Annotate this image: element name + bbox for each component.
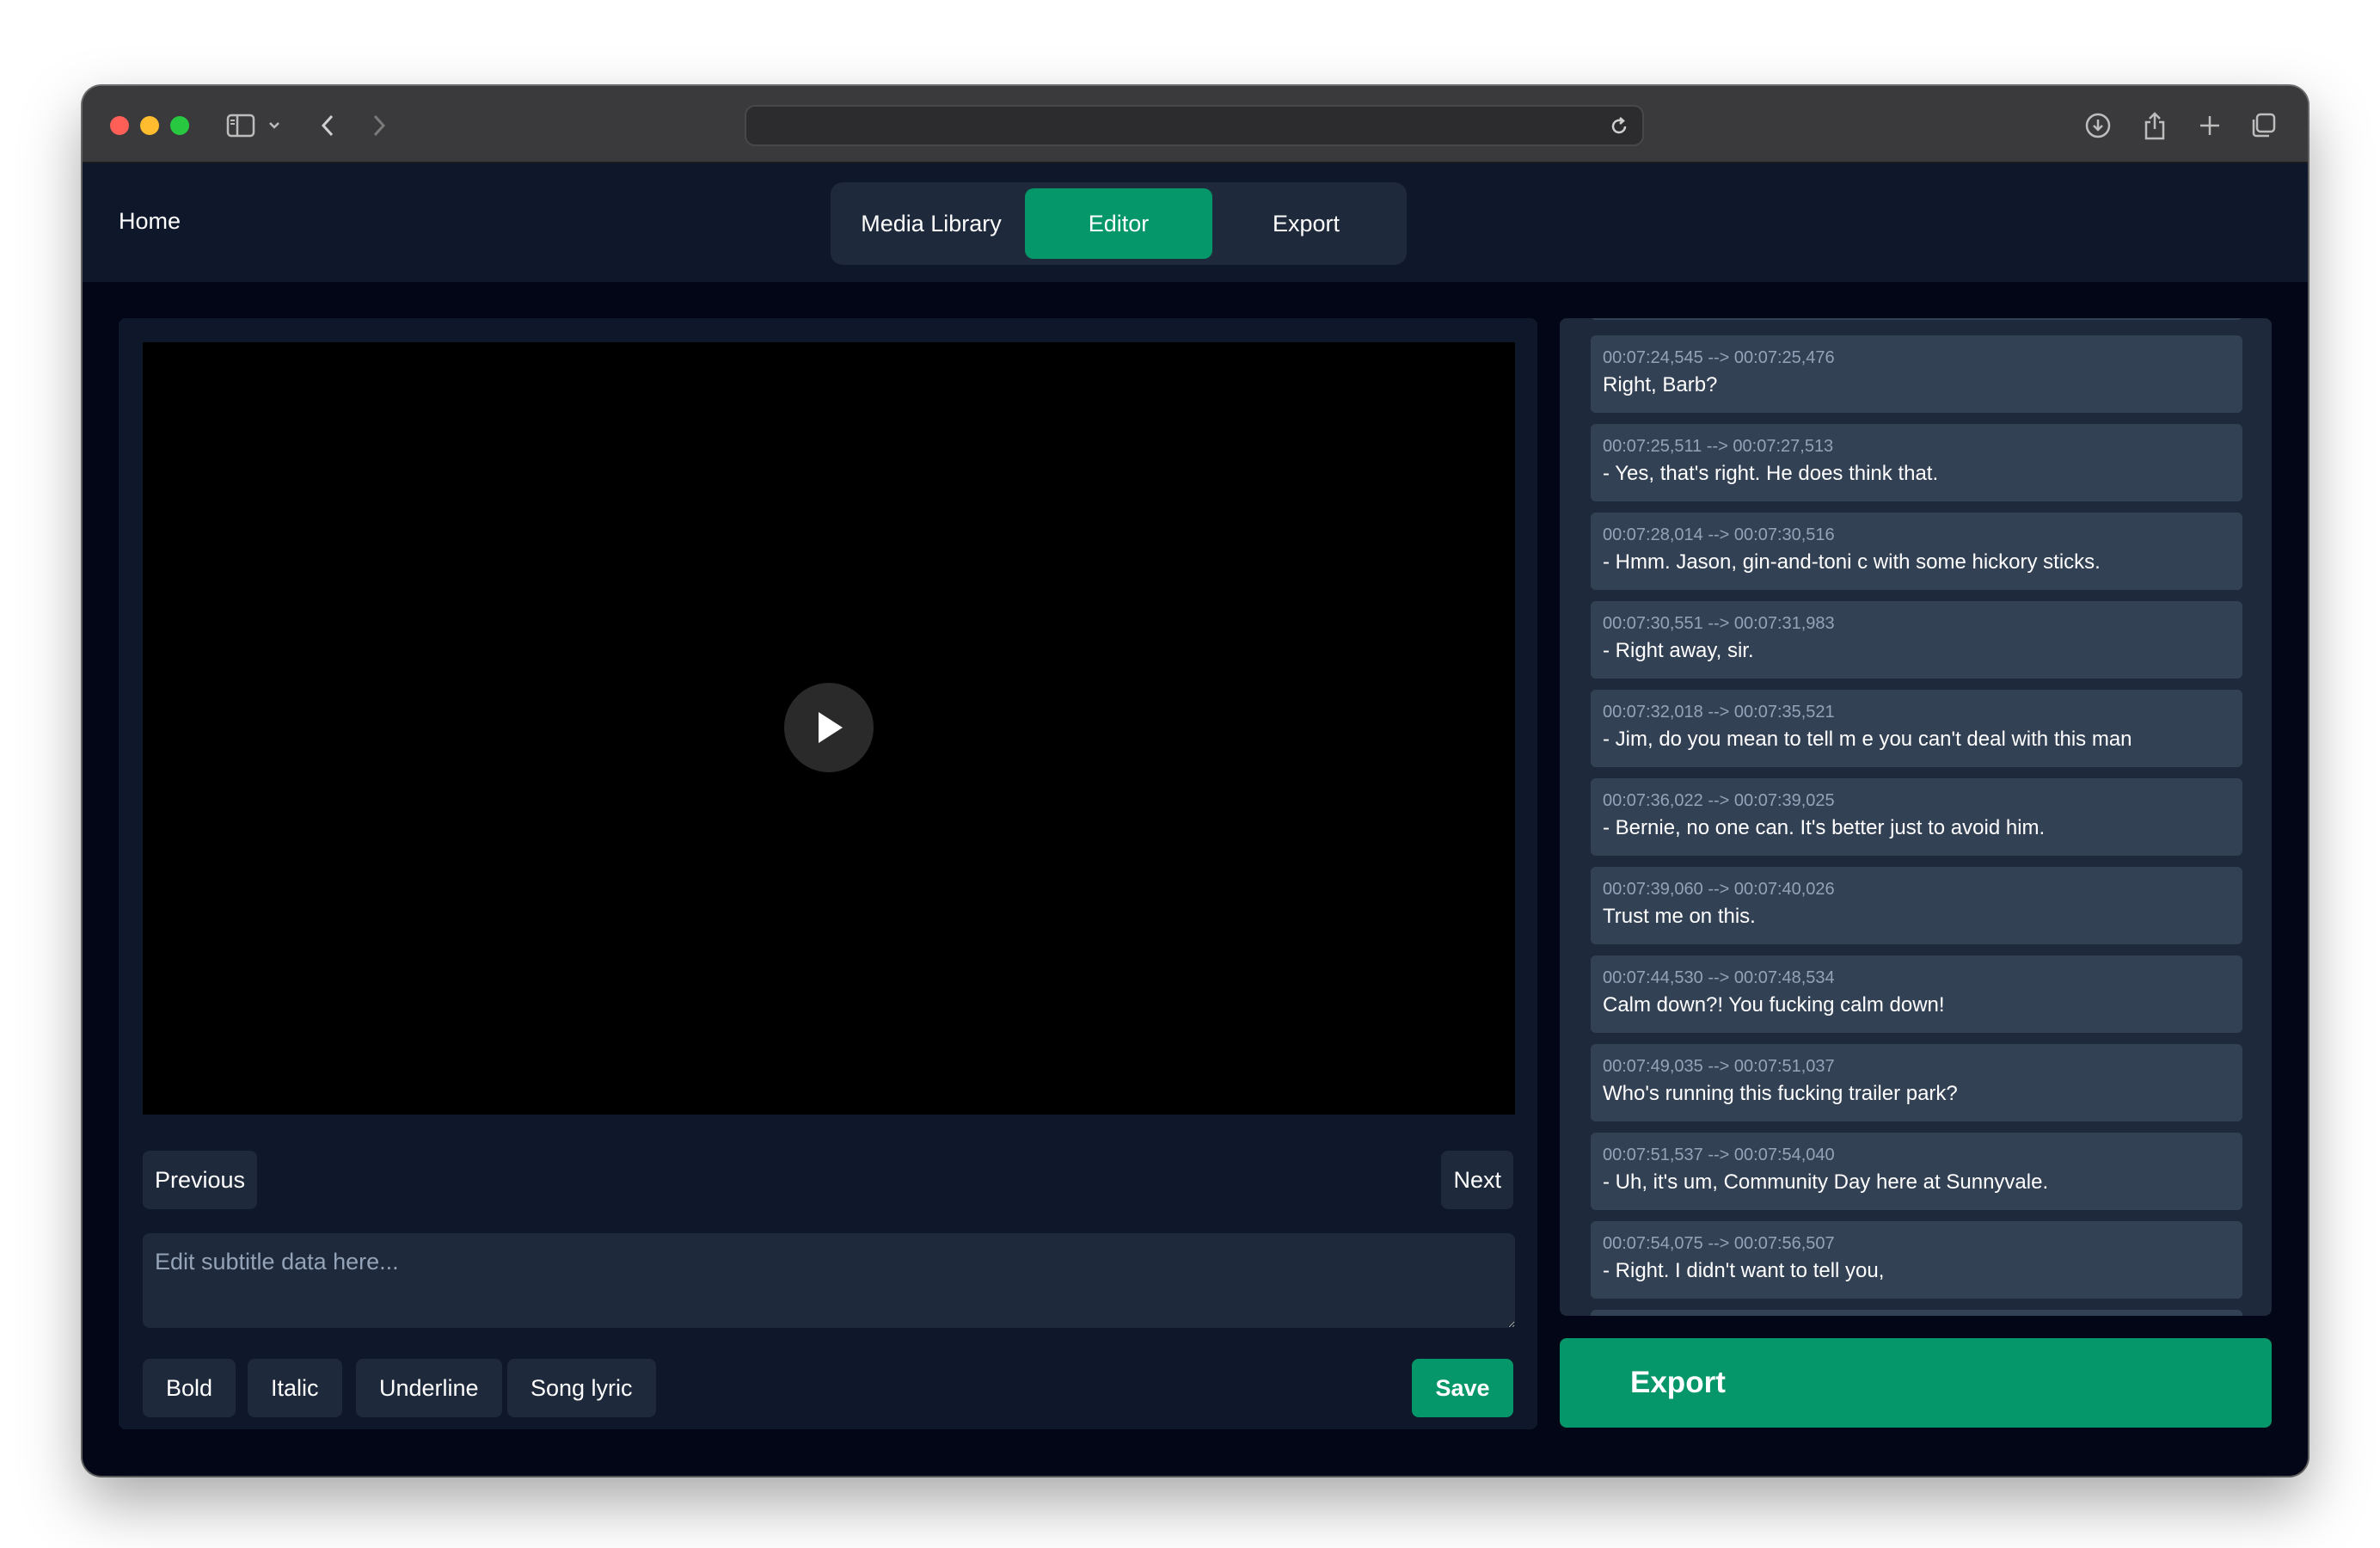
close-window-button[interactable] [110, 116, 129, 135]
subtitle-item[interactable]: 00:07:39,060 --> 00:07:40,026 Trust me o… [1591, 867, 2242, 944]
underline-button[interactable]: Underline [356, 1359, 502, 1417]
subtitle-item[interactable]: 00:07:49,035 --> 00:07:51,037 Who's runn… [1591, 1044, 2242, 1121]
tab-editor[interactable]: Editor [1025, 188, 1212, 259]
subtitle-timestamp: 00:07:30,551 --> 00:07:31,983 [1603, 614, 1835, 633]
subtitle-item[interactable]: 00:07:28,014 --> 00:07:30,516 - Hmm. Jas… [1591, 513, 2242, 590]
subtitle-list-panel[interactable]: 00:07:24,545 --> 00:07:25,476 Right, Bar… [1560, 318, 2272, 1316]
song-lyric-button[interactable]: Song lyric [507, 1359, 656, 1417]
subtitle-timestamp: 00:07:44,530 --> 00:07:48,534 [1603, 968, 1835, 987]
subtitle-item[interactable]: 00:07:36,022 --> 00:07:39,025 - Bernie, … [1591, 778, 2242, 856]
subtitle-timestamp: 00:07:49,035 --> 00:07:51,037 [1603, 1057, 1835, 1076]
browser-window: Home Media Library Editor Export Previou… [83, 86, 2308, 1476]
share-icon[interactable] [2138, 108, 2172, 143]
sidebar-toggle-icon[interactable] [224, 108, 258, 143]
chevron-down-icon[interactable] [265, 108, 284, 143]
subtitle-timestamp: 00:07:36,022 --> 00:07:39,025 [1603, 791, 1835, 810]
subtitle-text: - Bernie, no one can. It's better just t… [1603, 816, 2046, 839]
tab-export[interactable]: Export [1212, 188, 1400, 259]
subtitle-text: Right, Barb? [1603, 373, 1718, 396]
main-tabs: Media Library Editor Export [831, 182, 1407, 265]
subtitle-timestamp: 00:07:24,545 --> 00:07:25,476 [1603, 348, 1835, 367]
play-button[interactable] [784, 683, 874, 772]
subtitle-text: Trust me on this. [1603, 905, 1756, 928]
minimize-window-button[interactable] [140, 116, 159, 135]
subtitle-item[interactable]: 00:07:44,530 --> 00:07:48,534 Calm down?… [1591, 955, 2242, 1033]
home-link[interactable]: Home [119, 208, 181, 235]
subtitle-text: - Jim, do you mean to tell m e you can't… [1603, 728, 2132, 751]
video-player[interactable] [143, 342, 1515, 1115]
tab-overview-icon[interactable] [2246, 108, 2280, 143]
tab-media-library[interactable]: Media Library [837, 188, 1025, 259]
subtitle-item[interactable]: 00:07:25,511 --> 00:07:27,513 - Yes, tha… [1591, 424, 2242, 501]
subtitle-text: - Yes, that's right. He does think that. [1603, 462, 1939, 485]
next-button[interactable]: Next [1441, 1151, 1513, 1209]
subtitle-timestamp: 00:07:54,075 --> 00:07:56,507 [1603, 1234, 1835, 1253]
subtitle-item[interactable]: 00:07:24,545 --> 00:07:25,476 Right, Bar… [1591, 335, 2242, 413]
subtitle-text: Who's running this fucking trailer park? [1603, 1082, 1958, 1105]
subtitle-timestamp: 00:07:51,537 --> 00:07:54,040 [1603, 1146, 1835, 1164]
download-icon[interactable] [2081, 108, 2115, 143]
italic-button[interactable]: Italic [248, 1359, 342, 1417]
subtitle-timestamp: 00:07:25,511 --> 00:07:27,513 [1603, 437, 1834, 456]
subtitle-item[interactable]: 00:07:32,018 --> 00:07:35,521 - Jim, do … [1591, 690, 2242, 767]
subtitle-timestamp: 00:07:28,014 --> 00:07:30,516 [1603, 525, 1835, 544]
subtitle-text: - Right. I didn't want to tell you, [1603, 1259, 1885, 1282]
subtitle-item[interactable]: 00:07:54,075 --> 00:07:56,507 - Right. I… [1591, 1221, 2242, 1299]
subtitle-timestamp: 00:07:32,018 --> 00:07:35,521 [1603, 703, 1835, 722]
editor-workspace: Previous Next Bold Italic Underline Song… [83, 282, 2308, 1476]
subtitle-item-partial[interactable] [1591, 1310, 2242, 1316]
forward-arrow-icon[interactable] [366, 108, 392, 143]
subtitle-item-partial[interactable] [1591, 318, 2242, 320]
browser-toolbar [83, 86, 2308, 163]
app-navbar: Home Media Library Editor Export [83, 163, 2308, 282]
subtitle-text: - Right away, sir. [1603, 639, 1754, 662]
subtitle-item[interactable]: 00:07:30,551 --> 00:07:31,983 - Right aw… [1591, 601, 2242, 679]
previous-button[interactable]: Previous [143, 1151, 258, 1209]
reload-icon[interactable] [1608, 115, 1630, 142]
back-arrow-icon[interactable] [315, 108, 340, 143]
save-button[interactable]: Save [1412, 1359, 1513, 1417]
bold-button[interactable]: Bold [143, 1359, 236, 1417]
player-panel: Previous Next Bold Italic Underline Song… [119, 318, 1537, 1429]
new-tab-icon[interactable] [2193, 108, 2227, 143]
address-bar[interactable] [745, 105, 1644, 146]
subtitle-item[interactable]: 00:07:51,537 --> 00:07:54,040 - Uh, it's… [1591, 1133, 2242, 1210]
play-icon [819, 712, 843, 743]
subtitle-timestamp: 00:07:39,060 --> 00:07:40,026 [1603, 880, 1835, 899]
subtitle-editor-textarea[interactable] [143, 1233, 1515, 1328]
subtitle-text: - Hmm. Jason, gin-and-toni c with some h… [1603, 550, 2101, 574]
export-button[interactable]: Export [1560, 1338, 2272, 1428]
subtitle-text: - Uh, it's um, Community Day here at Sun… [1603, 1170, 2049, 1194]
zoom-window-button[interactable] [170, 116, 189, 135]
subtitle-text: Calm down?! You fucking calm down! [1603, 993, 1945, 1017]
